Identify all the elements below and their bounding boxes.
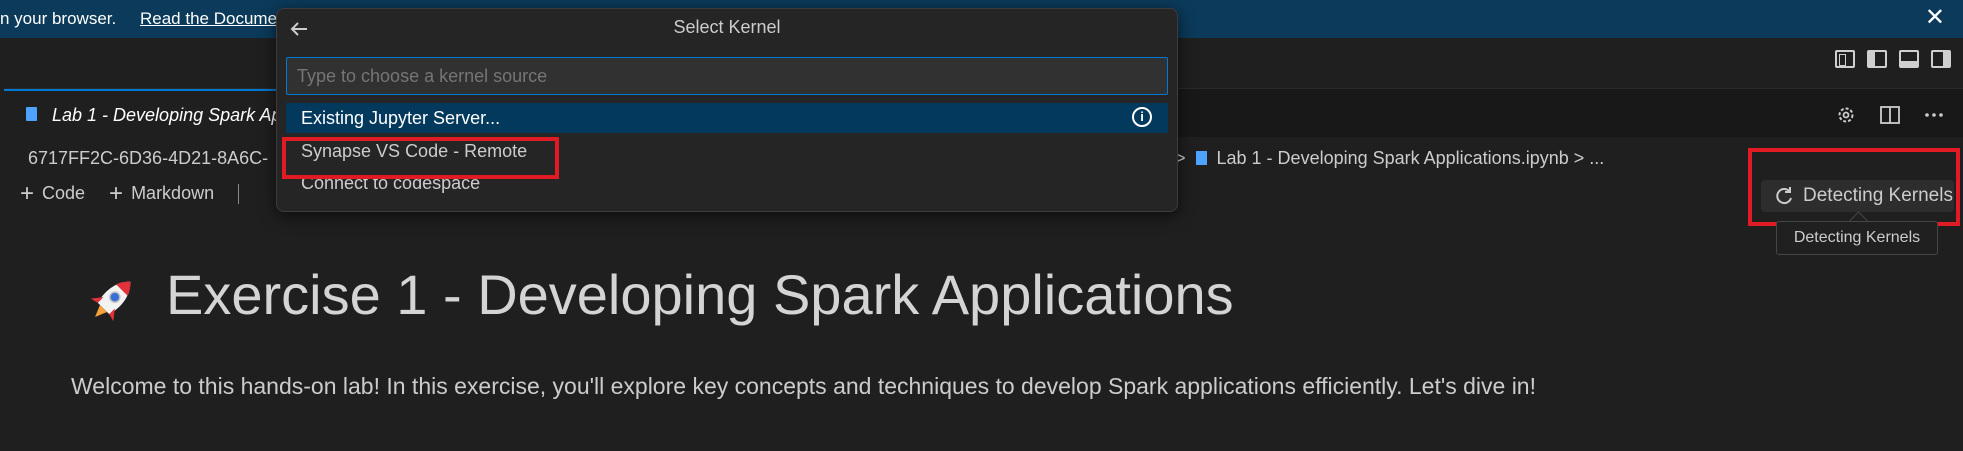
- plus-icon: +: [109, 179, 124, 207]
- breadcrumb-file[interactable]: > Lab 1 - Developing Spark Applications.i…: [1175, 148, 1604, 169]
- page-title-text: Exercise 1 - Developing Spark Applicatio…: [166, 263, 1234, 326]
- breadcrumb[interactable]: 6717FF2C-6D36-4D21-8A6C-: [28, 148, 268, 169]
- editor-tab[interactable]: Lab 1 - Developing Spark Applications.ip…: [4, 89, 405, 139]
- layout-controls: [1835, 50, 1951, 68]
- kernel-tooltip: Detecting Kernels: [1776, 221, 1938, 255]
- breadcrumb-tail[interactable]: > ...: [1574, 148, 1605, 168]
- back-arrow-icon[interactable]: [287, 17, 311, 41]
- intro-paragraph: Welcome to this hands-on lab! In this ex…: [71, 373, 1536, 399]
- gear-icon[interactable]: [1835, 104, 1857, 126]
- plus-icon: +: [20, 179, 35, 207]
- toggle-secondary-sidebar-icon[interactable]: [1931, 50, 1951, 68]
- kernel-source-search-input[interactable]: [286, 57, 1168, 95]
- close-icon[interactable]: ✕: [1925, 4, 1945, 32]
- customize-layout-icon[interactable]: [1835, 50, 1855, 68]
- breadcrumb-file-label: Lab 1 - Developing Spark Applications.ip…: [1216, 148, 1569, 168]
- info-icon[interactable]: i: [1132, 107, 1152, 127]
- notebook-toolbar: + Code + Markdown: [20, 179, 240, 207]
- quick-pick-item-existing-jupyter-server[interactable]: Existing Jupyter Server... i: [286, 103, 1168, 133]
- add-markdown-cell-button[interactable]: + Markdown: [109, 179, 215, 207]
- toggle-primary-sidebar-icon[interactable]: [1867, 50, 1887, 68]
- rocket-icon: [90, 281, 131, 322]
- add-code-label: Code: [42, 183, 86, 203]
- notebook-file-icon: [26, 107, 37, 121]
- quick-pick-item-label: Existing Jupyter Server...: [301, 108, 501, 128]
- banner-message: n your browser.: [0, 9, 117, 28]
- quick-pick-title: Select Kernel: [673, 17, 781, 37]
- add-markdown-label: Markdown: [131, 183, 215, 203]
- highlight-box: [282, 137, 559, 179]
- editor-actions: [1835, 104, 1945, 126]
- more-actions-icon[interactable]: [1923, 104, 1945, 126]
- toolbar-divider: [238, 183, 240, 204]
- select-kernel-quick-pick: Select Kernel Existing Jupyter Server...…: [276, 8, 1178, 212]
- toggle-panel-icon[interactable]: [1899, 50, 1919, 68]
- notebook-file-icon: [1195, 151, 1207, 165]
- add-code-cell-button[interactable]: + Code: [20, 179, 86, 207]
- split-editor-icon[interactable]: [1879, 104, 1901, 126]
